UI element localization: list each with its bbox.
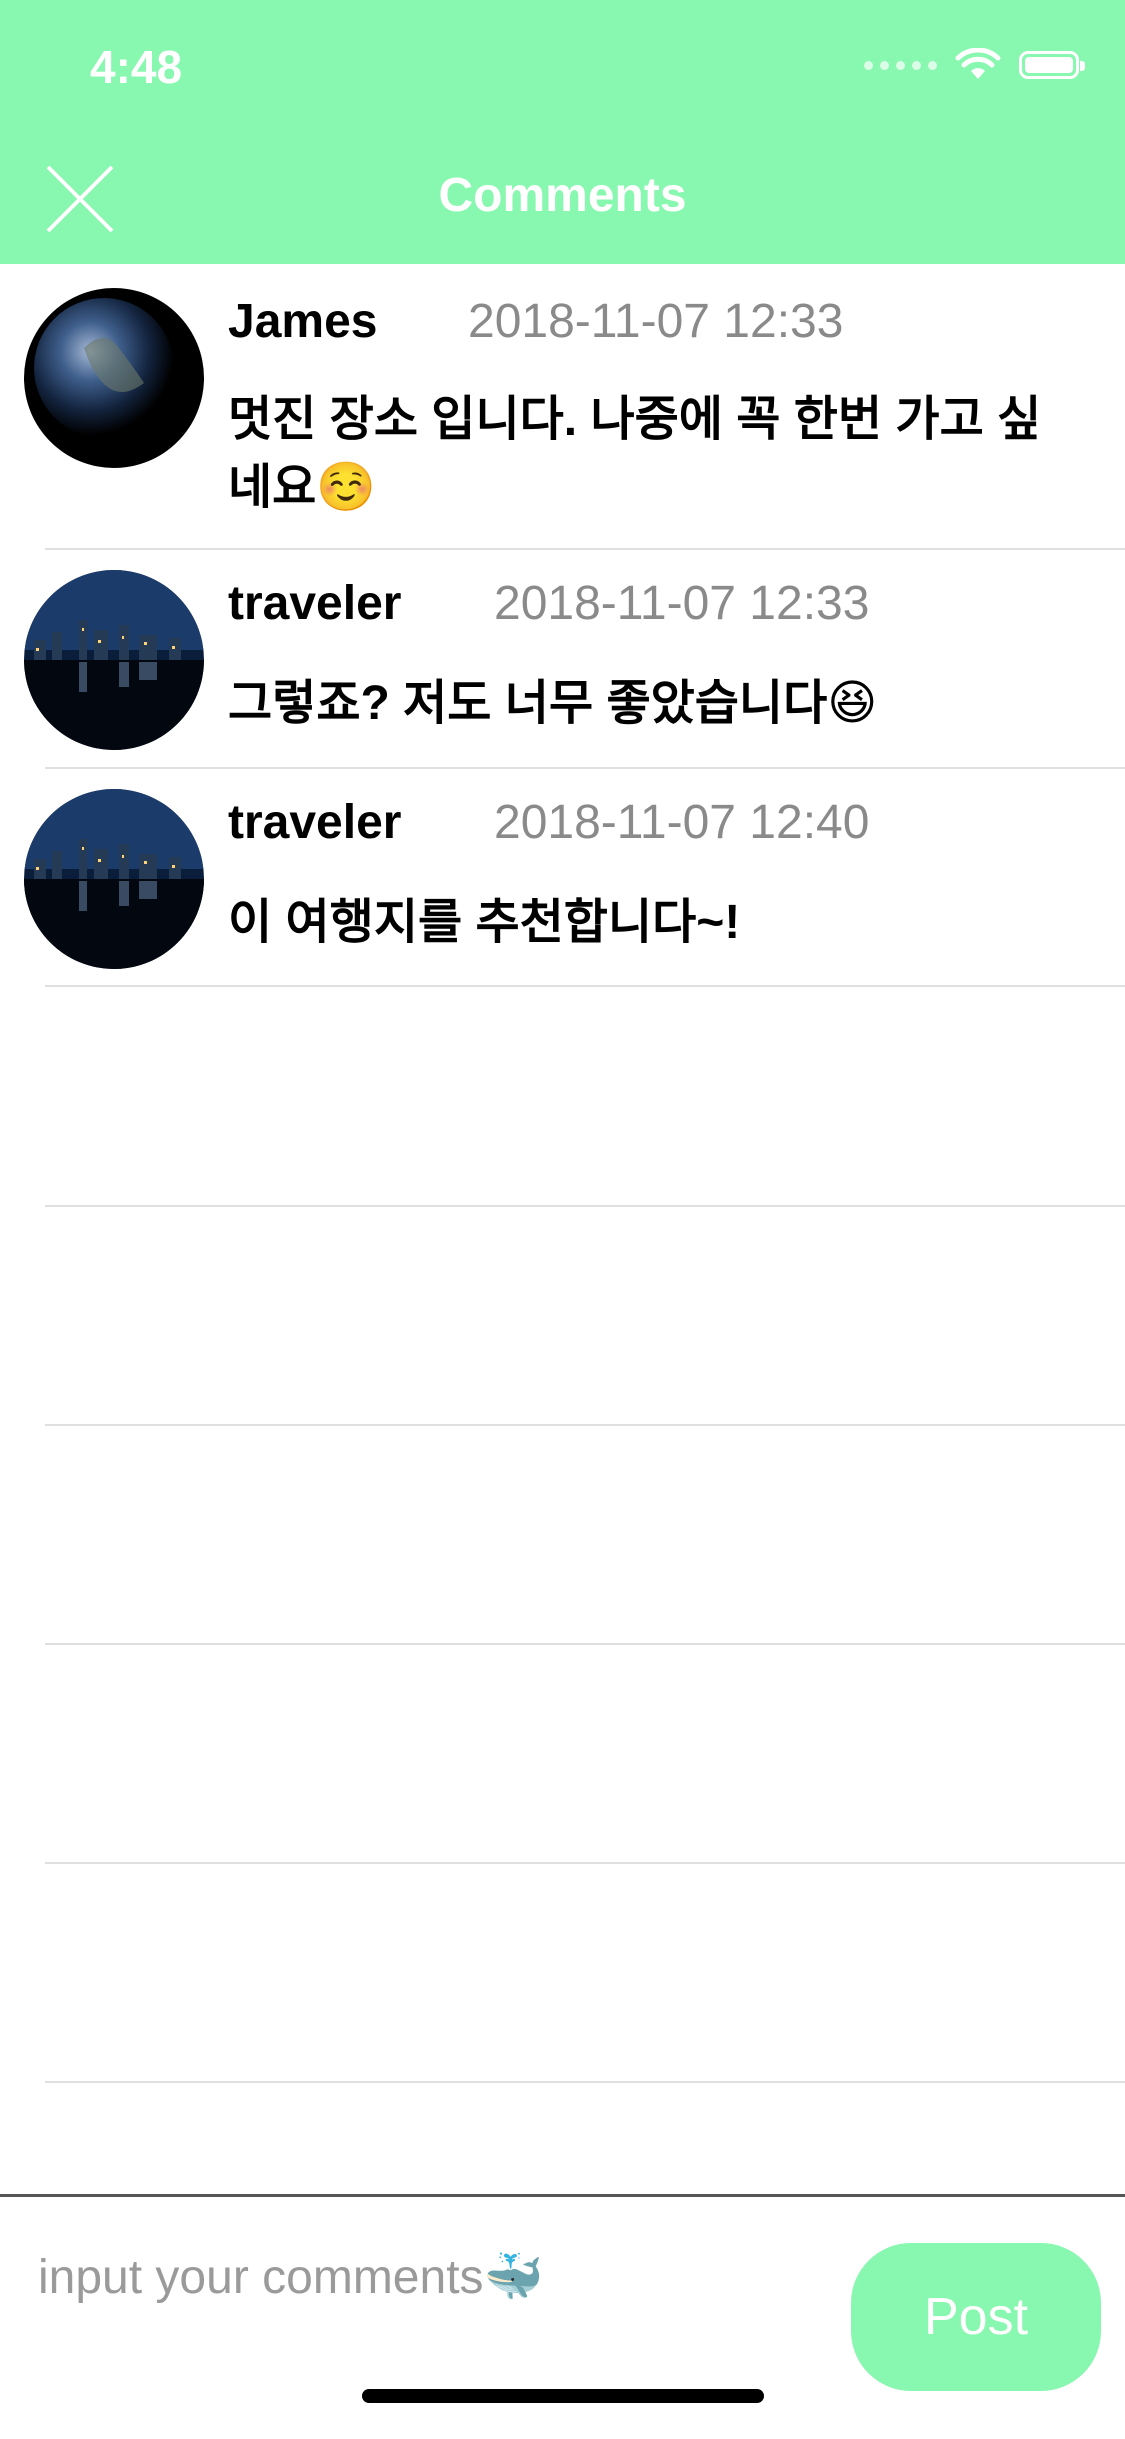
- signal-dots-icon: [864, 60, 937, 70]
- comment-timestamp: 2018-11-07 12:40: [494, 796, 870, 849]
- nav-bar: 4:48 Comments: [0, 0, 1125, 264]
- empty-row-separator: [45, 2081, 1125, 2083]
- page-title: Comments: [438, 169, 687, 222]
- comment-author: traveler: [228, 796, 402, 849]
- list-item: James 2018-11-07 12:33 멋진 장소 입니다. 나중에 꼭 …: [0, 264, 1125, 550]
- separator: [45, 985, 1125, 987]
- empty-row-separator: [45, 1205, 1125, 1207]
- list-item: traveler 2018-11-07 12:33 그렇죠? 저도 너무 좋았습…: [0, 548, 1125, 769]
- comments-list: James 2018-11-07 12:33 멋진 장소 입니다. 나중에 꼭 …: [0, 264, 1125, 987]
- city-night-avatar[interactable]: [24, 789, 204, 969]
- post-button[interactable]: Post: [851, 2243, 1101, 2391]
- home-indicator[interactable]: [362, 2389, 764, 2403]
- comment-input[interactable]: [38, 2237, 798, 2317]
- comment-author: traveler: [228, 577, 402, 630]
- empty-row-separator: [45, 1424, 1125, 1426]
- status-time: 4:48: [90, 41, 183, 93]
- list-item: traveler 2018-11-07 12:40 이 여행지를 추천합니다~!: [0, 767, 1125, 987]
- wifi-icon: [955, 48, 1001, 79]
- comment-text: 그렇죠? 저도 너무 좋았습니다😆: [228, 677, 878, 730]
- comment-author: James: [228, 295, 378, 348]
- status-icons: [864, 48, 1085, 82]
- empty-row-separator: [45, 1643, 1125, 1645]
- comment-timestamp: 2018-11-07 12:33: [494, 577, 870, 630]
- city-night-avatar[interactable]: [24, 570, 204, 750]
- battery-icon: [1019, 51, 1085, 79]
- earth-avatar[interactable]: [24, 288, 204, 468]
- comment-text: 멋진 장소 입니다. 나중에 꼭 한번 가고 싶네요☺️: [228, 393, 1042, 514]
- comment-text: 이 여행지를 추천합니다~!: [228, 896, 741, 949]
- empty-row-separator: [45, 1862, 1125, 1864]
- comment-timestamp: 2018-11-07 12:33: [468, 295, 844, 348]
